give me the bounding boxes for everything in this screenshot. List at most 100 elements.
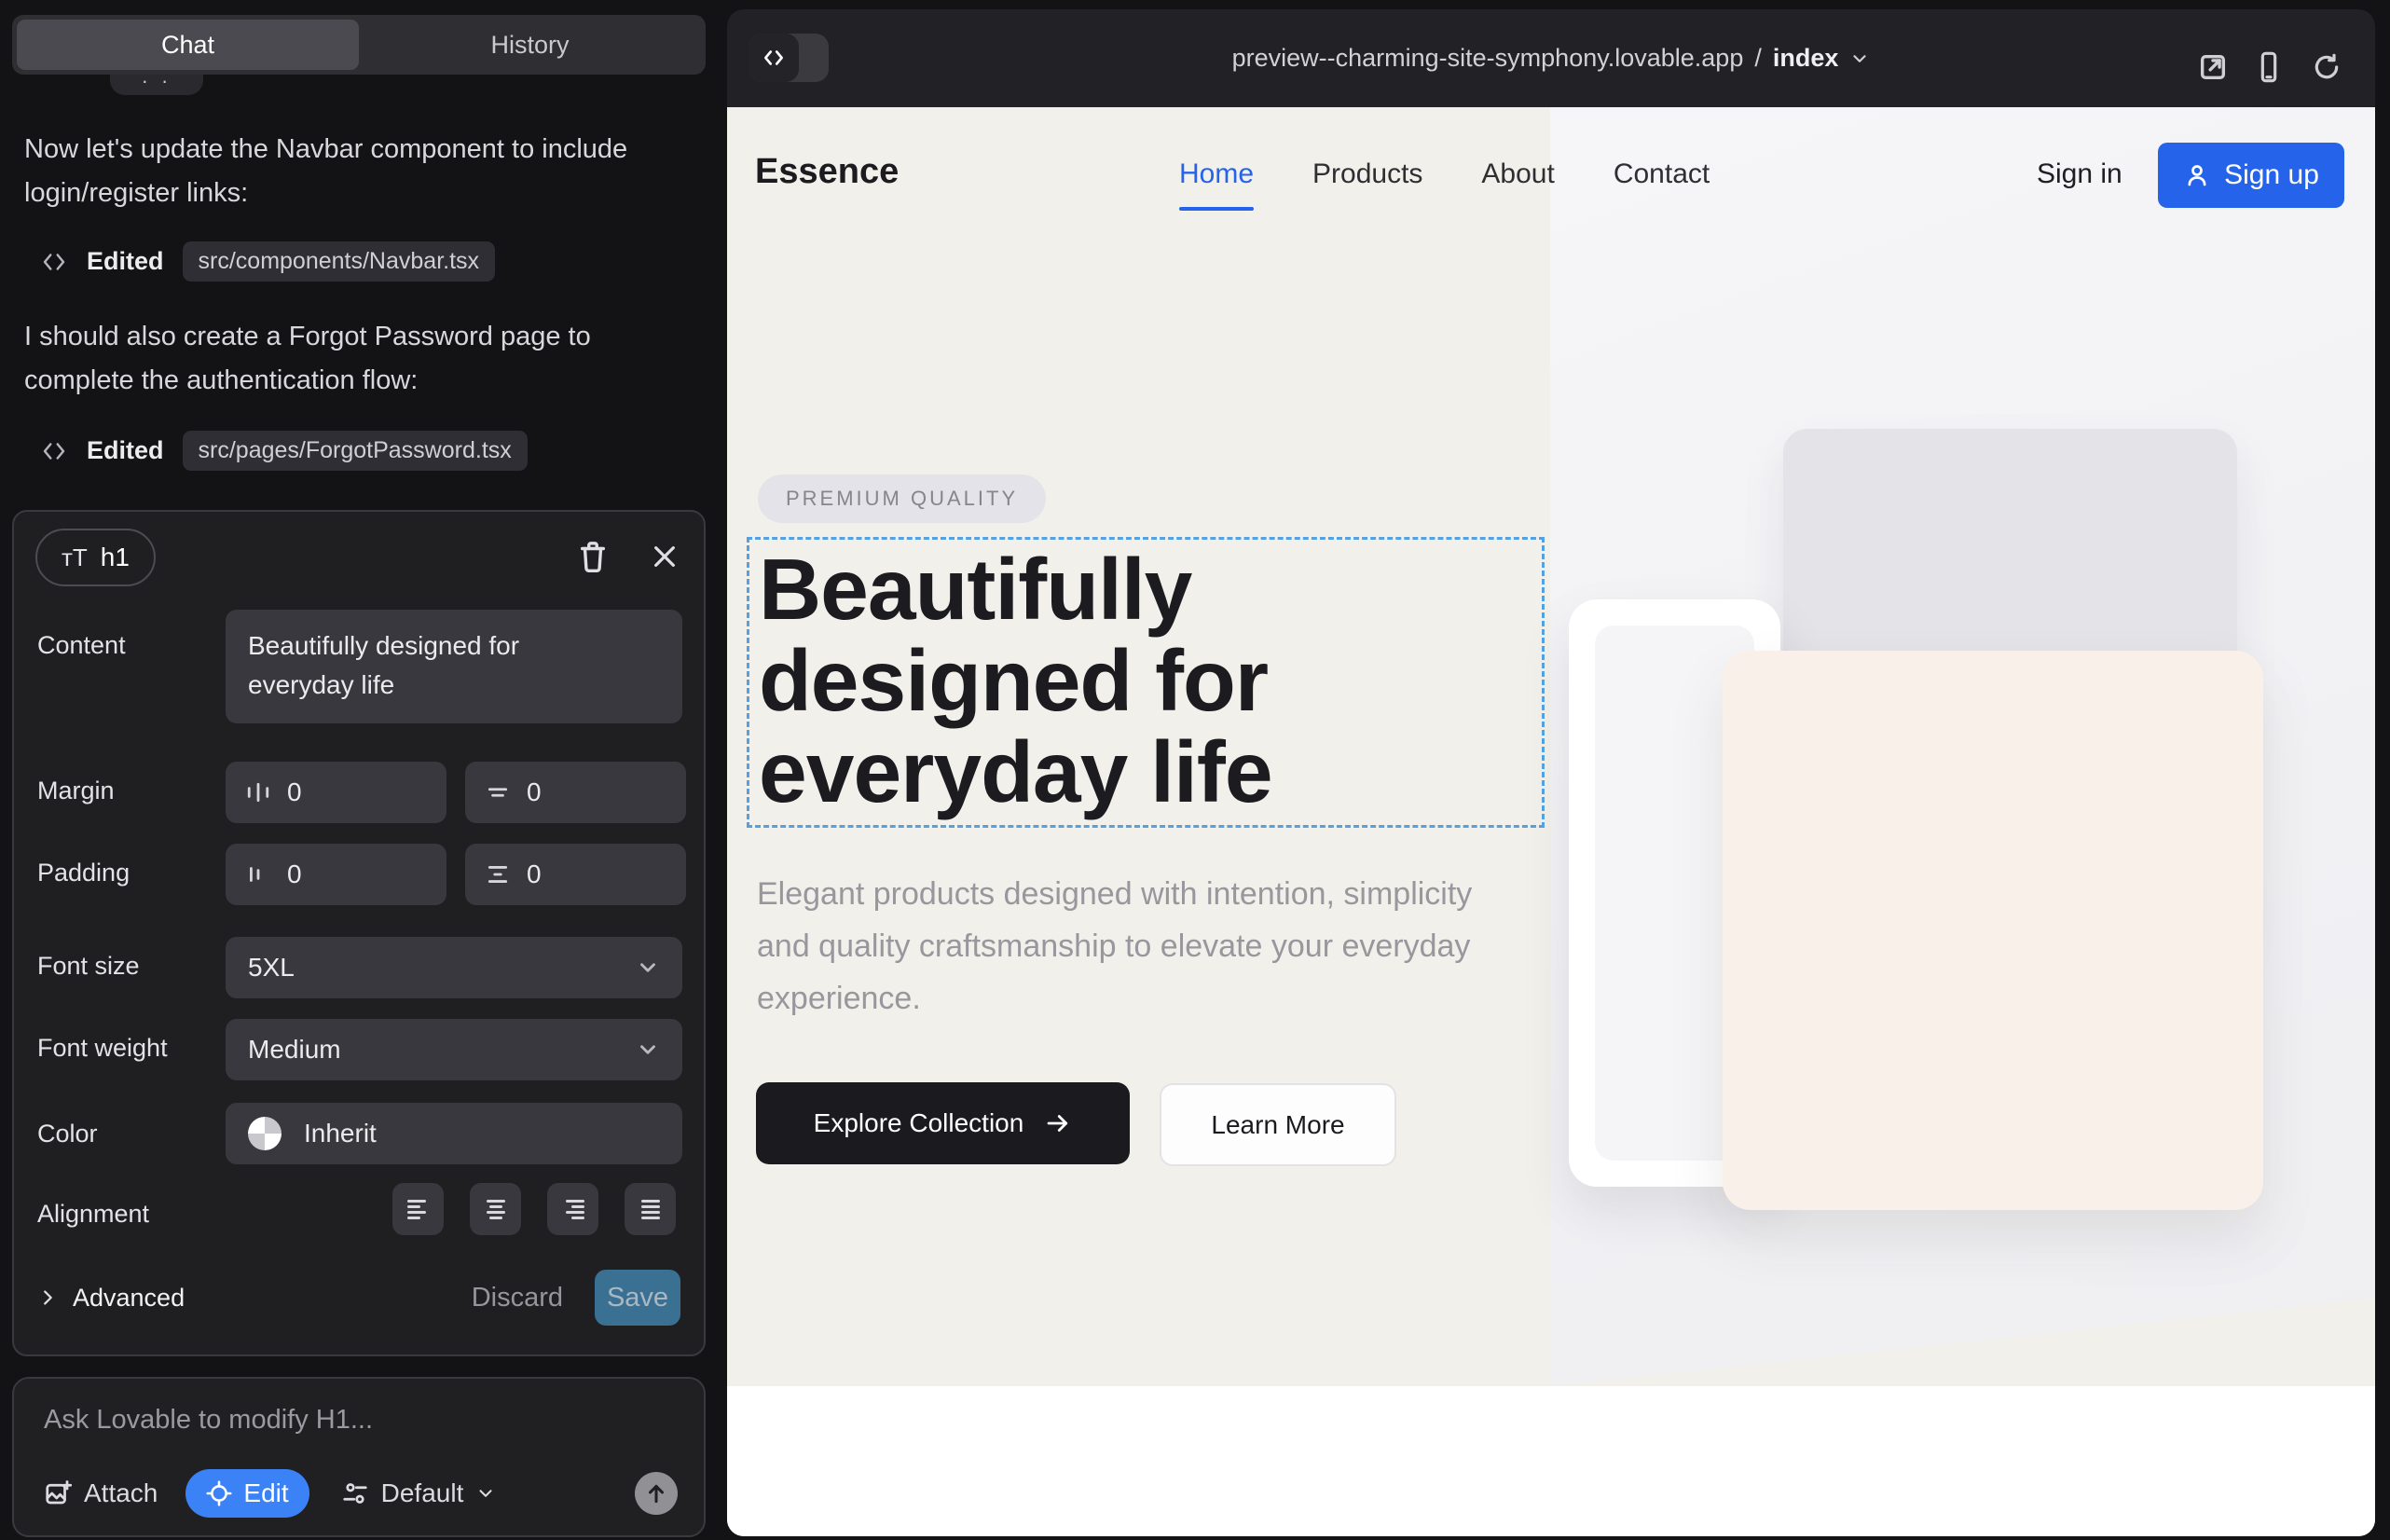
site-nav: Home Products About Contact	[1179, 158, 1710, 190]
advanced-toggle[interactable]: Advanced	[37, 1284, 185, 1313]
attach-image-icon	[44, 1479, 72, 1507]
color-select[interactable]: Inherit	[226, 1103, 682, 1164]
padding-horizontal-icon	[246, 862, 270, 887]
editor-footer: Advanced Discard Save	[37, 1269, 680, 1327]
margin-vertical-value: 0	[527, 777, 542, 807]
edited-label: Edited	[87, 247, 164, 276]
edit-label: Edit	[243, 1478, 288, 1508]
preview-topbar: preview--charming-site-symphony.lovable.…	[727, 9, 2375, 107]
url-domain: preview--charming-site-symphony.lovable.…	[1232, 44, 1744, 73]
open-external-button[interactable]	[2192, 47, 2233, 88]
refresh-button[interactable]	[2306, 47, 2347, 88]
padding-horizontal-input[interactable]: 0	[226, 844, 446, 905]
chat-history-tabbar: Chat History	[12, 15, 706, 75]
open-external-icon	[2197, 51, 2229, 83]
delete-element-button[interactable]	[569, 532, 617, 581]
transparency-swatch-icon	[248, 1117, 282, 1150]
refresh-icon	[2312, 52, 2342, 82]
margin-horizontal-icon	[246, 780, 270, 804]
explore-collection-button[interactable]: Explore Collection	[756, 1082, 1130, 1164]
padding-vertical-value: 0	[527, 859, 542, 889]
margin-horizontal-input[interactable]: 0	[226, 762, 446, 823]
align-justify-icon	[638, 1198, 664, 1220]
edited-file-row: Edited src/components/Navbar.tsx	[40, 241, 495, 282]
code-icon	[40, 437, 68, 465]
font-size-select[interactable]: 5XL	[226, 937, 682, 998]
composer-input[interactable]: Ask Lovable to modify H1...	[44, 1405, 373, 1436]
margin-horizontal-value: 0	[287, 777, 302, 807]
tab-history[interactable]: History	[359, 20, 701, 70]
mobile-preview-button[interactable]	[2248, 47, 2289, 88]
attach-button[interactable]: Attach	[44, 1478, 158, 1508]
content-label: Content	[37, 631, 126, 660]
attach-label: Attach	[84, 1478, 158, 1508]
nav-link-home[interactable]: Home	[1179, 158, 1254, 190]
padding-vertical-input[interactable]: 0	[465, 844, 686, 905]
chevron-down-icon	[1849, 48, 1870, 69]
send-button[interactable]	[635, 1472, 678, 1515]
premium-quality-badge: PREMIUM QUALITY	[758, 474, 1046, 523]
nav-link-products[interactable]: Products	[1312, 158, 1422, 190]
chevron-down-icon	[636, 1038, 660, 1062]
url-separator: /	[1754, 44, 1762, 73]
preview-frame: preview--charming-site-symphony.lovable.…	[727, 9, 2375, 1536]
element-editor-panel: тT h1 Content Beautifully designed for e…	[12, 510, 706, 1356]
site-logo[interactable]: Essence	[755, 152, 899, 192]
signup-button[interactable]: Sign up	[2158, 143, 2344, 208]
hero-paragraph: Elegant products designed with intention…	[757, 868, 1512, 1024]
padding-horizontal-value: 0	[287, 859, 302, 889]
align-left-button[interactable]	[392, 1183, 444, 1235]
site-preview: Essence Home Products About Contact Sign…	[727, 107, 2375, 1536]
alignment-label: Alignment	[37, 1200, 149, 1229]
edit-target-icon	[206, 1480, 232, 1506]
code-preview-toggle[interactable]	[749, 34, 829, 82]
color-value: Inherit	[304, 1119, 377, 1148]
margin-label: Margin	[37, 777, 115, 805]
chat-composer: Ask Lovable to modify H1... Attach Edit …	[12, 1377, 706, 1537]
code-icon	[762, 46, 786, 70]
close-panel-button[interactable]	[640, 532, 689, 581]
default-label: Default	[381, 1478, 464, 1508]
chevron-right-icon	[37, 1287, 58, 1308]
font-weight-value: Medium	[248, 1035, 341, 1065]
selected-element-chip[interactable]: тT h1	[35, 529, 156, 586]
hero-heading[interactable]: Beautifully designed for everyday life	[759, 543, 1486, 818]
align-right-button[interactable]	[547, 1183, 598, 1235]
tab-chat[interactable]: Chat	[17, 20, 359, 70]
code-icon	[40, 248, 68, 276]
file-chip[interactable]: src/components/Navbar.tsx	[183, 241, 496, 282]
padding-vertical-icon	[486, 862, 510, 887]
advanced-label: Advanced	[73, 1284, 185, 1313]
margin-vertical-input[interactable]: 0	[465, 762, 686, 823]
alignment-group	[392, 1183, 676, 1235]
close-icon	[650, 542, 680, 571]
arrow-right-icon	[1044, 1109, 1072, 1137]
file-chip[interactable]: src/pages/ForgotPassword.tsx	[183, 431, 528, 471]
url-page: index	[1773, 44, 1839, 73]
signup-label: Sign up	[2224, 159, 2319, 191]
signin-link[interactable]: Sign in	[2037, 158, 2122, 190]
save-button[interactable]: Save	[595, 1270, 680, 1326]
font-size-label: Font size	[37, 952, 140, 981]
explore-collection-label: Explore Collection	[814, 1108, 1024, 1138]
padding-label: Padding	[37, 859, 130, 887]
align-center-button[interactable]	[470, 1183, 521, 1235]
font-weight-select[interactable]: Medium	[226, 1019, 682, 1080]
model-default-button[interactable]: Default	[341, 1478, 497, 1508]
content-input[interactable]: Beautifully designed for everyday life	[226, 610, 682, 723]
nav-link-contact[interactable]: Contact	[1614, 158, 1710, 190]
chevron-down-icon	[636, 956, 660, 980]
code-toggle-segment[interactable]	[749, 34, 799, 82]
element-tag-label: h1	[101, 543, 130, 572]
nav-link-about[interactable]: About	[1481, 158, 1554, 190]
discard-button[interactable]: Discard	[472, 1283, 563, 1313]
url-bar[interactable]: preview--charming-site-symphony.lovable.…	[1232, 44, 1871, 73]
align-justify-button[interactable]	[625, 1183, 676, 1235]
edited-label: Edited	[87, 436, 164, 465]
type-icon: тT	[62, 543, 88, 572]
user-icon	[2183, 161, 2211, 189]
composer-toolbar: Attach Edit Default	[44, 1468, 678, 1519]
color-label: Color	[37, 1120, 98, 1148]
learn-more-button[interactable]: Learn More	[1160, 1083, 1396, 1166]
edit-mode-button[interactable]: Edit	[185, 1469, 309, 1518]
